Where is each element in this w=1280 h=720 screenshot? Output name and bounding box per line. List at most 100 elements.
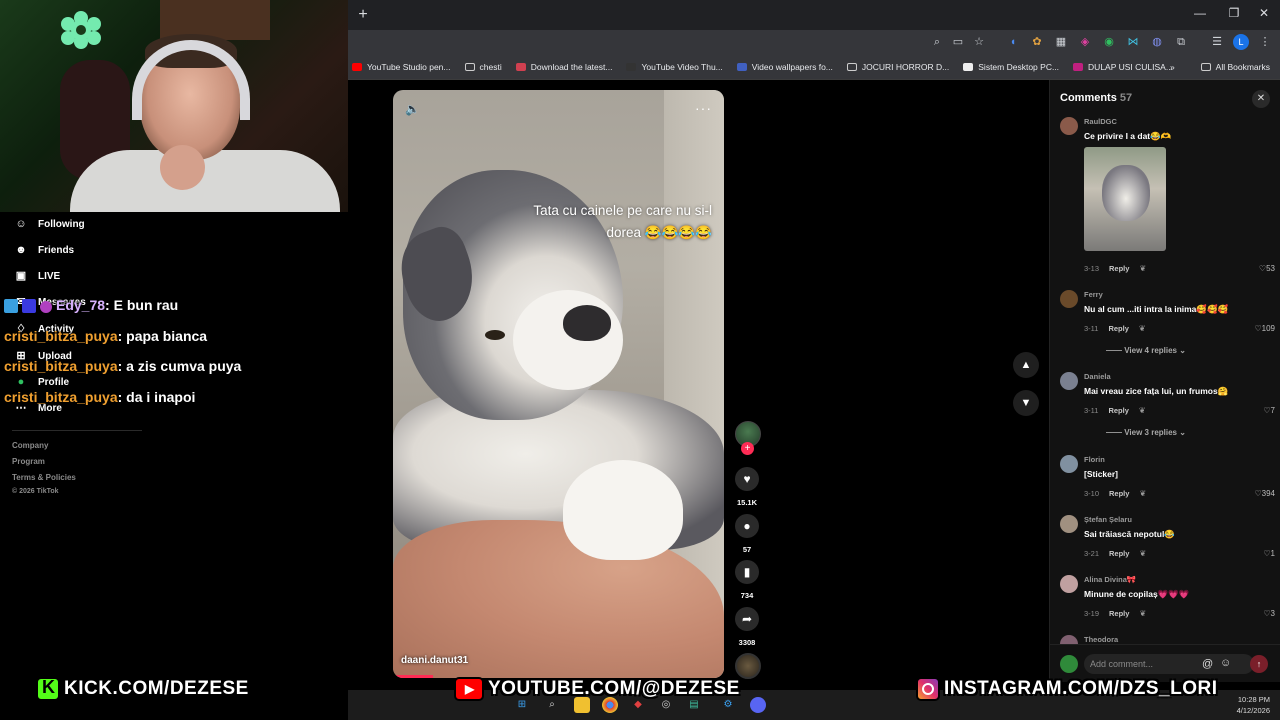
emoji-icon[interactable]: ☺: [1220, 657, 1231, 669]
sidebar-item-following[interactable]: ☺ Following: [14, 217, 84, 231]
avatar[interactable]: [1060, 372, 1078, 390]
bookmark-item[interactable]: YouTube Studio pen...: [352, 62, 451, 72]
extension-icon[interactable]: ⋈: [1125, 34, 1141, 50]
video-author[interactable]: daani.danut31: [401, 655, 468, 666]
comments-count: 57: [1119, 92, 1133, 104]
comment-like-button[interactable]: ♡394: [1254, 489, 1275, 498]
comment-like-button[interactable]: ♡53: [1259, 264, 1275, 273]
comment-like-button[interactable]: ♡7: [1263, 406, 1275, 415]
kick-banner: K KICK.COM/DEZESE: [36, 676, 249, 702]
send-arrow-icon[interactable]: ↑: [1250, 655, 1268, 673]
comment-item: Alina Divina🎀 Minune de copilaș💗💗💗 3-19 R…: [1060, 575, 1275, 620]
sidebar-divider: [12, 430, 142, 431]
comment-like-button[interactable]: ♡3: [1263, 609, 1275, 618]
extension-icon[interactable]: ◉: [1101, 34, 1117, 50]
bookmark-item[interactable]: Video wallpapers fo...: [736, 62, 833, 72]
comment-meta: 3-19 Reply ❦: [1084, 609, 1147, 618]
view-replies-button[interactable]: —— View 4 replies ⌄: [1106, 346, 1186, 355]
site-favicon-icon: [736, 62, 747, 71]
comment-meta: 3-11 Reply ❦: [1084, 406, 1146, 415]
reply-button[interactable]: Reply: [1108, 406, 1128, 415]
comment-image[interactable]: [1084, 147, 1166, 251]
site-favicon-icon: [963, 62, 974, 71]
comment-like-button[interactable]: ♡1: [1263, 549, 1275, 558]
follow-plus-icon[interactable]: +: [741, 442, 754, 455]
cast-icon[interactable]: ▭: [950, 34, 966, 50]
system-clock[interactable]: 10:28 PM 4/12/2026: [1237, 694, 1270, 716]
reply-button[interactable]: Reply: [1108, 324, 1128, 333]
like-heart-icon[interactable]: ♥: [735, 467, 759, 491]
mention-icon[interactable]: @: [1202, 658, 1213, 670]
bookmark-folder[interactable]: chesti: [464, 62, 502, 72]
bookmark-item[interactable]: Download the latest...: [515, 62, 612, 72]
view-replies-button[interactable]: —— View 3 replies ⌄: [1106, 428, 1186, 437]
footer-link-company[interactable]: Company: [12, 441, 48, 450]
avatar[interactable]: [1060, 515, 1078, 533]
menu-kebab-icon[interactable]: ⋮: [1257, 34, 1273, 50]
bookmark-item[interactable]: YouTube Video Thu...: [626, 62, 723, 72]
site-favicon-icon: [1073, 62, 1084, 71]
comment-item: Florin [Sticker] 3-10 Reply ❦ ♡394: [1060, 455, 1275, 500]
folder-icon: [464, 62, 475, 71]
extension-icon[interactable]: ✿: [1029, 34, 1045, 50]
extension-icon[interactable]: ◍: [1149, 34, 1165, 50]
extension-icon[interactable]: ◈: [1077, 34, 1093, 50]
creator-liked-icon: ❦: [1139, 549, 1147, 558]
sound-icon[interactable]: 🔈: [405, 102, 421, 116]
avatar[interactable]: [1060, 455, 1078, 473]
comment-item: Ferry Nu al cum ...iti intra la inima🥰🥰🥰…: [1060, 290, 1275, 360]
bookmark-folder[interactable]: JOCURI HORROR D...: [846, 62, 949, 72]
avatar[interactable]: [1060, 575, 1078, 593]
reading-list-icon[interactable]: ☰: [1209, 34, 1225, 50]
reply-button[interactable]: Reply: [1109, 264, 1129, 273]
video-player[interactable]: 🔈 ··· Tata cu cainele pe care nu si-l do…: [393, 90, 724, 678]
comment-bubble-icon[interactable]: ●: [735, 514, 759, 538]
bookmark-item[interactable]: Sistem Desktop PC...: [963, 62, 1059, 72]
avatar[interactable]: [1060, 290, 1078, 308]
extensions-puzzle-icon[interactable]: ⧉: [1173, 34, 1189, 50]
comment-username[interactable]: Theodora: [1084, 635, 1118, 644]
close-icon[interactable]: ✕: [1252, 90, 1270, 108]
sidebar-item-live[interactable]: ▣ LIVE: [14, 269, 60, 283]
footer-link-terms[interactable]: Terms & Policies: [12, 473, 76, 482]
share-arrow-icon[interactable]: ➦: [735, 607, 759, 631]
extension-icon[interactable]: ▦: [1053, 34, 1069, 50]
comment-username[interactable]: Ferry: [1084, 290, 1103, 299]
comment-username[interactable]: Alina Divina🎀: [1084, 575, 1136, 584]
comment-like-button[interactable]: ♡109: [1254, 324, 1275, 333]
previous-video-button[interactable]: ▲: [1013, 352, 1039, 378]
comment-username[interactable]: Ștefan Șelaru: [1084, 515, 1132, 524]
avatar[interactable]: [1060, 117, 1078, 135]
next-video-button[interactable]: ▼: [1013, 390, 1039, 416]
discord-icon[interactable]: [750, 697, 766, 713]
more-options-icon[interactable]: ···: [695, 100, 712, 116]
comment-count: 57: [742, 545, 752, 554]
profile-avatar[interactable]: L: [1233, 34, 1249, 50]
bookmarks-overflow-button[interactable]: »: [1170, 62, 1175, 72]
footer-link-program[interactable]: Program: [12, 457, 45, 466]
sidebar-item-friends[interactable]: ☻ Friends: [14, 243, 74, 257]
reply-button[interactable]: Reply: [1109, 609, 1129, 618]
chat-text: papa bianca: [126, 327, 208, 344]
video-progress-bar[interactable]: [393, 675, 433, 678]
comment-username[interactable]: RaulDGC: [1084, 117, 1117, 126]
zoom-icon[interactable]: ⌕: [929, 34, 945, 50]
new-tab-button[interactable]: +: [354, 6, 372, 24]
comment-username[interactable]: Florin: [1084, 455, 1105, 464]
chat-text: E bun rau: [113, 297, 179, 313]
folder-icon: [846, 62, 857, 71]
folder-icon: [1200, 63, 1211, 71]
site-favicon-icon: [626, 62, 637, 71]
comment-username[interactable]: Daniela: [1084, 372, 1111, 381]
bookmark-item[interactable]: DULAP USI CULISA...: [1073, 62, 1173, 72]
maximize-button[interactable]: ❐: [1224, 6, 1244, 20]
extension-icon[interactable]: ◖: [1005, 34, 1021, 50]
minimize-button[interactable]: —: [1190, 6, 1210, 20]
reply-button[interactable]: Reply: [1109, 549, 1129, 558]
close-window-button[interactable]: ✕: [1254, 6, 1274, 20]
bookmark-star-icon[interactable]: ☆: [971, 34, 987, 50]
all-bookmarks-button[interactable]: All Bookmarks: [1200, 62, 1270, 72]
bookmark-icon[interactable]: ▮: [735, 560, 759, 584]
reply-button[interactable]: Reply: [1109, 489, 1129, 498]
comment-text: Mai vreau zice fața lui, un frumos🤗: [1084, 386, 1229, 396]
